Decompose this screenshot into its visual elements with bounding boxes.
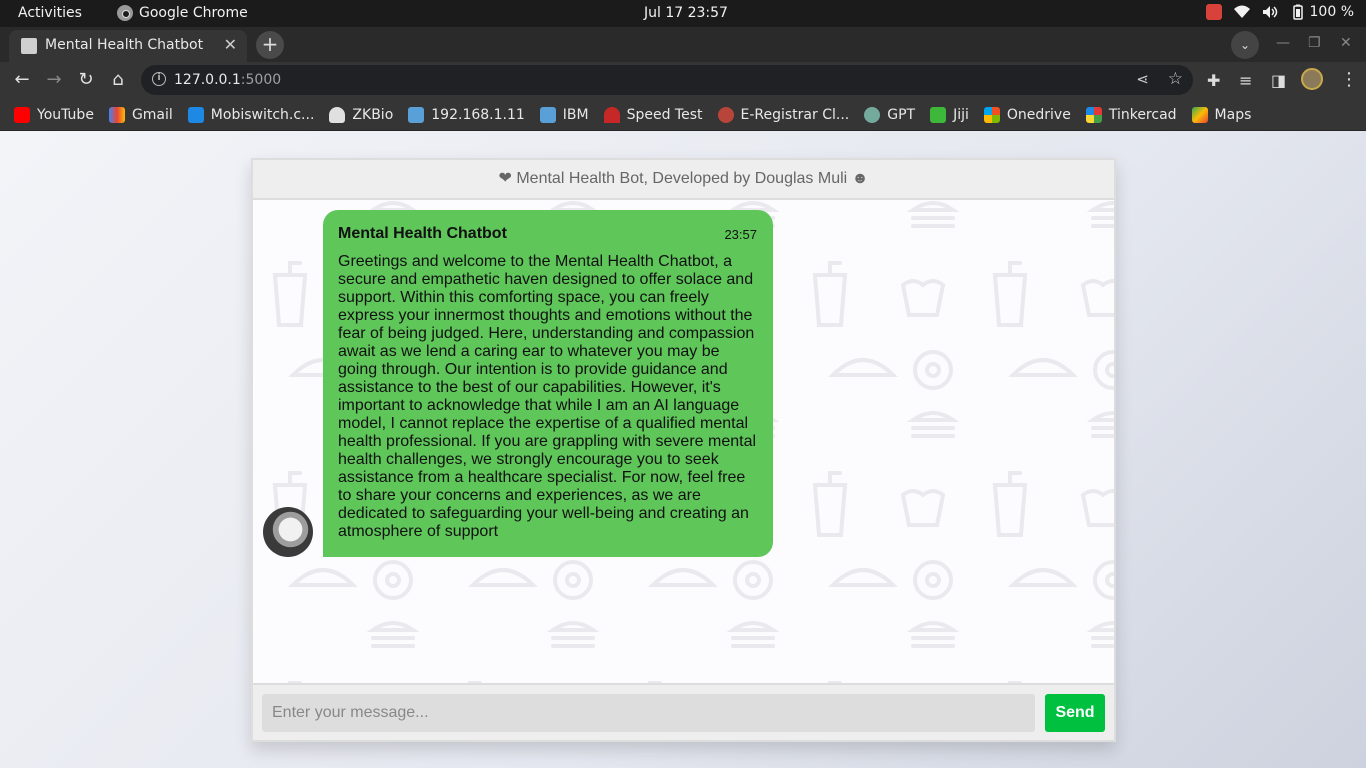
bookmark-gpt[interactable]: GPT (864, 106, 916, 123)
system-top-bar: Activities Google Chrome Jul 17 23:57 10… (0, 0, 1366, 27)
speedometer-icon (603, 106, 620, 123)
reload-icon[interactable]: ↻ (75, 69, 97, 90)
message-time: 23:57 (724, 226, 757, 242)
forward-icon[interactable]: → (43, 69, 65, 90)
bookmark-jiji[interactable]: Jiji (930, 106, 969, 123)
url-port: :5000 (240, 72, 282, 88)
chrome-icon (117, 5, 133, 21)
bookmark-label: Jiji (953, 106, 969, 123)
gmail-icon (108, 106, 125, 123)
home-icon[interactable]: ⌂ (107, 69, 129, 90)
e-registrar-icon (717, 106, 734, 123)
reading-list-icon[interactable]: ≡ (1239, 71, 1252, 90)
bookmark-label: Maps (1214, 106, 1252, 123)
message-input-area: Send (253, 683, 1114, 740)
volume-icon (1262, 6, 1277, 18)
maximize-icon[interactable]: ❐ (1308, 35, 1321, 51)
bookmark-label: Onedrive (1006, 106, 1071, 123)
tab-close-icon[interactable]: ✕ (224, 35, 237, 54)
minimize-icon[interactable]: — (1276, 35, 1290, 51)
close-window-icon[interactable]: ✕ (1340, 35, 1352, 51)
profile-avatar[interactable] (1301, 68, 1323, 90)
bookmark-label: GPT (887, 106, 916, 123)
battery-icon (1292, 4, 1303, 20)
battery-percent: 100 % (1309, 4, 1354, 20)
microsoft-icon (983, 106, 1000, 123)
bookmark-gmail[interactable]: Gmail (108, 106, 173, 123)
back-icon[interactable]: ← (11, 69, 33, 90)
bookmark-label: Gmail (131, 106, 173, 123)
jiji-icon (930, 106, 947, 123)
new-tab-button[interactable]: + (256, 31, 284, 59)
bot-message: Mental Health Chatbot 23:57 Greetings an… (263, 210, 773, 557)
openai-icon (864, 106, 881, 123)
tab-strip: Mental Health Chatbot ✕ + ⌄ — ❐ ✕ (0, 27, 1366, 62)
message-bubble: Mental Health Chatbot 23:57 Greetings an… (323, 210, 773, 557)
bookmark-tinkercad[interactable]: Tinkercad (1085, 106, 1177, 123)
tab-title: Mental Health Chatbot (45, 37, 204, 53)
bookmark-label: Mobiswitch.c... (210, 106, 315, 123)
bookmark-label: Tinkercad (1108, 106, 1177, 123)
app-menu[interactable]: Google Chrome (117, 5, 248, 21)
tinkercad-icon (1085, 106, 1102, 123)
side-panel-icon[interactable]: ◨ (1271, 71, 1286, 90)
send-button[interactable]: Send (1045, 694, 1105, 732)
app-name: Google Chrome (139, 5, 248, 21)
site-info-icon[interactable]: i (152, 72, 166, 86)
share-icon[interactable]: ⋖ (1136, 70, 1149, 88)
bookmark-e-registrar[interactable]: E-Registrar Cl... (717, 106, 850, 123)
chat-header: ❤ Mental Health Bot, Developed by Dougla… (253, 160, 1114, 200)
bookmarks-bar: YouTube Gmail Mobiswitch.c... ZKBio 192.… (0, 99, 1366, 131)
bookmark-maps[interactable]: Maps (1191, 106, 1252, 123)
url-text[interactable]: 127.0.0.1:5000 (174, 72, 281, 88)
maps-icon (1191, 106, 1208, 123)
bot-avatar (263, 507, 313, 557)
anydesk-icon[interactable] (1205, 4, 1222, 20)
bookmark-label: 192.168.1.11 (431, 106, 525, 123)
bookmark-label: IBM (562, 106, 589, 123)
youtube-icon (14, 106, 30, 123)
tab-mental-health-chatbot[interactable]: Mental Health Chatbot ✕ (9, 30, 247, 62)
bookmark-label: YouTube (37, 106, 94, 123)
message-header: Mental Health Chatbot 23:57 (338, 225, 757, 243)
bookmark-youtube[interactable]: YouTube (14, 106, 94, 123)
system-tray[interactable]: 100 % (1205, 4, 1354, 20)
tab-search-button[interactable]: ⌄ (1231, 31, 1259, 59)
extensions-icon[interactable]: ✚ (1207, 71, 1220, 90)
router-icon (408, 106, 425, 123)
url-host: 127.0.0.1 (174, 72, 241, 88)
tab-favicon-icon (21, 38, 37, 54)
activities-button[interactable]: Activities (18, 5, 82, 21)
bookmark-onedrive[interactable]: Onedrive (983, 106, 1071, 123)
menu-kebab-icon[interactable]: ⋮ (1340, 69, 1358, 90)
bookmark-star-icon[interactable]: ☆ (1168, 69, 1183, 89)
message-input[interactable] (262, 694, 1035, 732)
message-sender: Mental Health Chatbot (338, 225, 507, 242)
ibm-icon (539, 106, 556, 123)
clock[interactable]: Jul 17 23:57 (644, 5, 728, 21)
chat-window: ❤ Mental Health Bot, Developed by Dougla… (251, 158, 1116, 742)
browser-toolbar: ← → ↻ ⌂ i 127.0.0.1:5000 ⋖ ☆ ✚ ≡ ◨ ⋮ (0, 62, 1366, 99)
shield-icon (329, 106, 346, 123)
bookmark-ibm[interactable]: IBM (539, 106, 589, 123)
wifi-icon (1233, 5, 1250, 18)
bookmark-mobiswitch[interactable]: Mobiswitch.c... (187, 106, 315, 123)
bookmark-speed-test[interactable]: Speed Test (603, 106, 703, 123)
mobiswitch-icon (187, 106, 204, 123)
bookmark-label: ZKBio (352, 106, 394, 123)
bookmark-label: E-Registrar Cl... (740, 106, 850, 123)
web-page: ❤ Mental Health Bot, Developed by Dougla… (0, 131, 1366, 768)
message-text: Greetings and welcome to the Mental Heal… (338, 253, 757, 540)
bookmark-label: Speed Test (626, 106, 703, 123)
address-bar[interactable]: i 127.0.0.1:5000 ⋖ ☆ (141, 65, 1193, 95)
chat-messages-area[interactable]: Mental Health Chatbot 23:57 Greetings an… (253, 200, 1114, 683)
bookmark-192-168-1-11[interactable]: 192.168.1.11 (408, 106, 525, 123)
bookmark-zkbio[interactable]: ZKBio (329, 106, 394, 123)
